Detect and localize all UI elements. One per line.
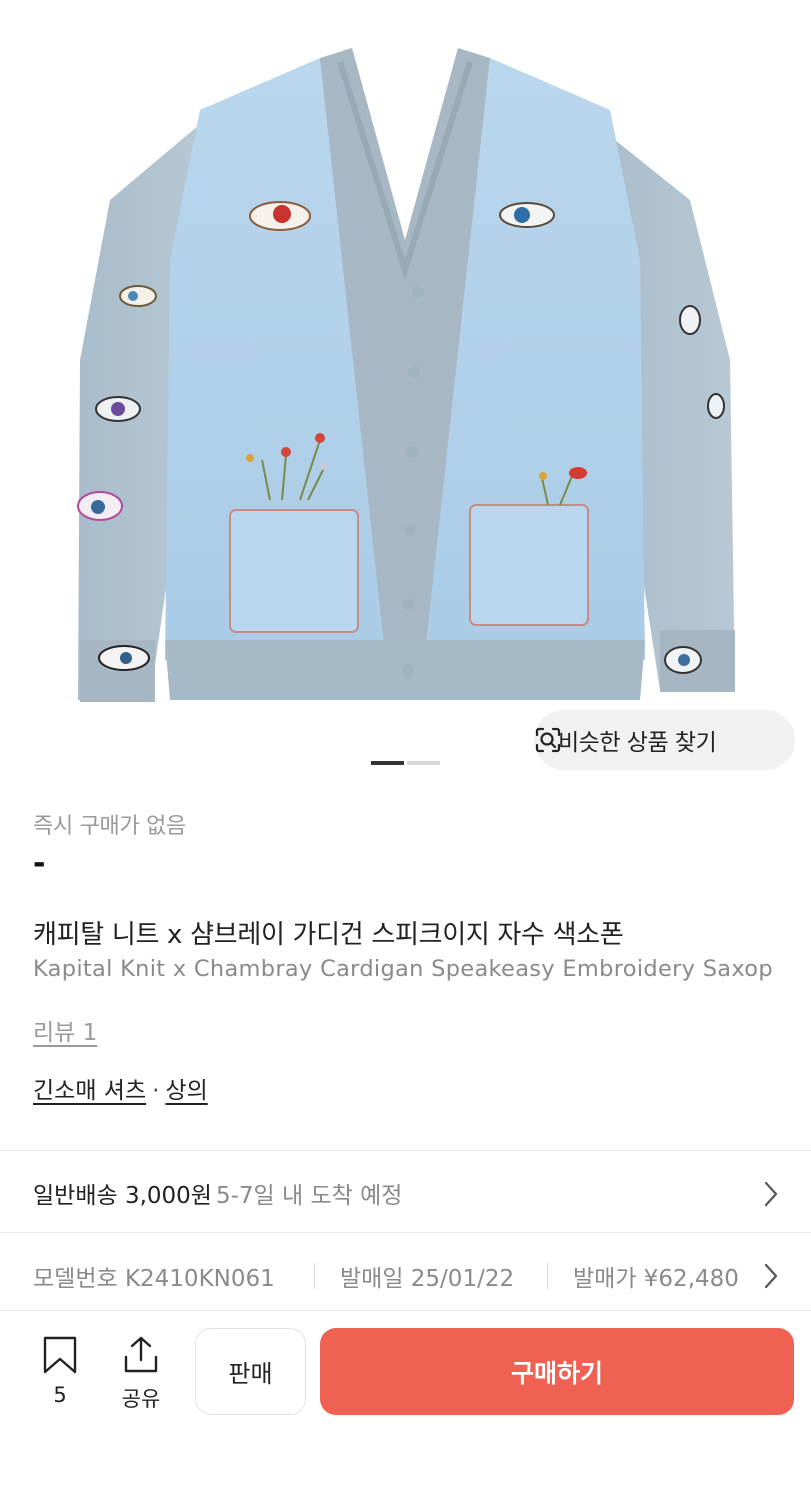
scan-search-icon <box>535 727 561 753</box>
find-similar-label: 비슷한 상품 찾기 <box>558 730 717 756</box>
sell-button[interactable]: 판매 <box>195 1328 306 1415</box>
meta-separator <box>314 1263 315 1289</box>
product-name-en: Kapital Knit x Chambray Cardigan Speakea… <box>33 956 773 982</box>
bookmark-icon <box>43 1336 77 1374</box>
bottom-action-bar: 5 공유 판매 구매하기 <box>0 1310 811 1500</box>
divider <box>0 1150 811 1151</box>
release-date: 발매일 25/01/22 <box>340 1266 515 1292</box>
review-link[interactable]: 리뷰 1 <box>33 1013 97 1047</box>
price: - <box>33 846 46 881</box>
share-label: 공유 <box>121 1387 161 1411</box>
product-name-ko: 캐피탈 니트 x 샴브레이 가디건 스피크이지 자수 색소폰 <box>33 920 624 950</box>
divider <box>0 1232 811 1233</box>
share-button[interactable]: 공유 <box>118 1335 164 1413</box>
instant-buy-status: 즉시 구매가 없음 <box>33 814 186 839</box>
carousel-indicator-active <box>371 761 404 765</box>
shipping-row[interactable]: 일반배송 3,000원 5-7일 내 도착 예정 <box>33 1176 402 1210</box>
shipping-eta: 5-7일 내 도착 예정 <box>215 1183 403 1209</box>
chevron-right-icon[interactable] <box>762 1262 780 1290</box>
meta-separator <box>547 1263 548 1289</box>
category-link-long-sleeve[interactable]: 긴소매 셔츠 <box>33 1078 146 1104</box>
chevron-right-icon[interactable] <box>762 1180 780 1208</box>
product-image-carousel[interactable]: 비슷한 상품 찾기 <box>0 0 811 790</box>
bookmark-count: 5 <box>53 1383 67 1407</box>
category-breadcrumb: 긴소매 셔츠 · 상의 <box>33 1071 208 1105</box>
category-link-tops[interactable]: 상의 <box>165 1078 207 1104</box>
model-number: 모델번호 K2410KN061 <box>33 1266 275 1292</box>
shipping-label: 일반배송 3,000원 <box>33 1183 212 1209</box>
product-image <box>77 48 735 702</box>
buy-button[interactable]: 구매하기 <box>320 1328 794 1415</box>
release-price: 발매가 ¥62,480 <box>573 1266 739 1292</box>
category-separator: · <box>152 1078 160 1104</box>
carousel-indicator <box>407 761 440 765</box>
product-meta-row[interactable]: 모델번호 K2410KN061 발매일 25/01/22 발매가 ¥62,480 <box>33 1259 793 1293</box>
find-similar-button[interactable]: 비슷한 상품 찾기 <box>534 710 795 770</box>
bookmark-button[interactable]: 5 <box>40 1335 80 1407</box>
share-icon <box>124 1336 158 1373</box>
